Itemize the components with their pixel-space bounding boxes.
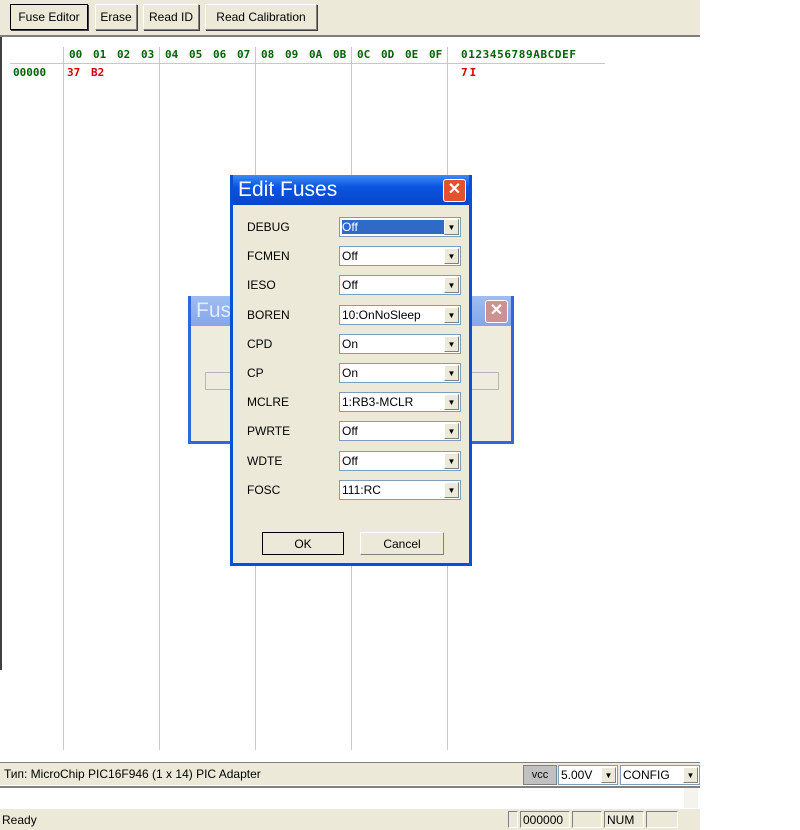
fuse-label: BOREN [247, 307, 290, 322]
vcc-button[interactable]: vcc [523, 765, 557, 785]
fuse-select[interactable]: On ▼ [339, 333, 461, 354]
column-header-cell: 0B [333, 48, 347, 61]
fuse-label: DEBUG [247, 220, 290, 234]
chevron-down-icon[interactable]: ▼ [683, 767, 698, 783]
chevron-down-icon[interactable]: ▼ [444, 423, 459, 440]
erase-button[interactable]: Erase [95, 4, 137, 30]
column-header-cell: 0C [357, 48, 371, 61]
fuse-row: CPD On ▼ [247, 333, 463, 356]
column-header-cell: 05 [189, 48, 203, 61]
column-header-cell: 02 [117, 48, 131, 61]
fuse-row: FCMEN Off ▼ [247, 246, 463, 268]
mode-select[interactable]: CONFIG ▼ [620, 765, 700, 785]
column-header-cell: 07 [237, 48, 251, 61]
fuse-label: FOSC [247, 482, 281, 497]
chevron-down-icon[interactable]: ▼ [444, 248, 459, 265]
column-header-cell: 0D [381, 48, 395, 61]
fuse-editor-button[interactable]: Fuse Editor [10, 4, 88, 30]
fuse-select[interactable]: On ▼ [339, 363, 461, 383]
fuse-select[interactable]: Off ▼ [339, 217, 461, 237]
column-header-cell: 0F [429, 48, 443, 61]
ascii-cell: 7I [461, 66, 479, 79]
column-header-cell: 06 [213, 48, 227, 61]
chevron-down-icon[interactable]: ▼ [444, 277, 459, 294]
fuse-select[interactable]: Off ▼ [339, 450, 461, 471]
byte-cell[interactable]: B2 [91, 66, 104, 79]
device-info: Тип: MicroChip PIC16F946 (1 x 14) PIC Ad… [4, 767, 261, 781]
column-header-cell: 04 [165, 48, 179, 61]
chevron-down-icon[interactable]: ▼ [444, 365, 459, 381]
fuse-row: FOSC 111:RC ▼ [247, 479, 463, 502]
fuse-row: WDTE Off ▼ [247, 450, 463, 473]
column-header-cell: 0E [405, 48, 419, 61]
close-icon[interactable]: ✕ [485, 300, 508, 323]
fuse-select[interactable]: 1:RB3-MCLR ▼ [339, 392, 461, 413]
chevron-down-icon[interactable]: ▼ [444, 481, 459, 498]
column-header-cell: 03 [141, 48, 155, 61]
fuse-row: CP On ▼ [247, 363, 463, 385]
read-id-button[interactable]: Read ID [143, 4, 199, 30]
fuse-label: MCLRE [247, 395, 290, 410]
column-header-cell: 00 [69, 48, 83, 61]
column-header-cell: 09 [285, 48, 299, 61]
fuse-row: DEBUG Off ▼ [247, 217, 463, 239]
fuse-label: CP [247, 366, 264, 380]
chevron-down-icon[interactable]: ▼ [444, 219, 459, 235]
row-address: 00000 [13, 66, 47, 79]
ascii-header: 0123456789ABCDEF [461, 48, 577, 61]
column-header-cell: 08 [261, 48, 275, 61]
fuse-label: WDTE [247, 453, 283, 468]
log-area[interactable] [0, 786, 700, 810]
column-header-cell: 0A [309, 48, 323, 61]
num-indicator: NUM [604, 811, 644, 828]
chevron-down-icon[interactable]: ▼ [444, 394, 459, 411]
fuse-select[interactable]: 10:OnNoSleep ▼ [339, 304, 461, 325]
edit-fuses-dialog: Edit Fuses ✕ DEBUG Off ▼ FCMEN Off ▼ IESO Of… [230, 175, 472, 566]
scrollbar[interactable] [684, 788, 698, 808]
cancel-button[interactable]: Cancel [360, 532, 444, 555]
fuse-row: MCLRE 1:RB3-MCLR ▼ [247, 392, 463, 414]
fuse-select[interactable]: Off ▼ [339, 246, 461, 267]
voltage-select[interactable]: 5.00V ▼ [558, 765, 618, 785]
dialog-title: Edit Fuses [233, 175, 469, 205]
fuse-row: BOREN 10:OnNoSleep ▼ [247, 304, 463, 327]
toolbar: Fuse Editor Erase Read ID Read Calibrati… [0, 0, 700, 37]
fuse-label: PWRTE [247, 424, 291, 439]
close-icon[interactable]: ✕ [443, 179, 466, 202]
chevron-down-icon[interactable]: ▼ [444, 452, 459, 469]
fuse-row: IESO Off ▼ [247, 275, 463, 297]
fuse-row: PWRTE Off ▼ [247, 421, 463, 443]
chevron-down-icon[interactable]: ▼ [601, 767, 616, 783]
byte-cell[interactable]: 37 [67, 66, 80, 79]
fuse-select[interactable]: Off ▼ [339, 421, 461, 442]
status-text: Ready [2, 813, 37, 827]
device-bar: Тип: MicroChip PIC16F946 (1 x 14) PIC Ad… [0, 762, 700, 785]
fuse-select[interactable]: 111:RC ▼ [339, 479, 461, 500]
status-bar: Ready 000000 NUM [0, 809, 700, 830]
fuse-label: FCMEN [247, 249, 290, 264]
fuse-label: IESO [247, 278, 276, 293]
address-indicator: 000000 [520, 811, 570, 828]
fuse-select[interactable]: Off ▼ [339, 275, 461, 296]
column-header-cell: 01 [93, 48, 107, 61]
chevron-down-icon[interactable]: ▼ [444, 335, 459, 352]
fuse-label: CPD [247, 336, 273, 351]
ok-button[interactable]: OK [262, 532, 344, 555]
read-calibration-button[interactable]: Read Calibration [205, 4, 317, 30]
chevron-down-icon[interactable]: ▼ [444, 306, 459, 323]
